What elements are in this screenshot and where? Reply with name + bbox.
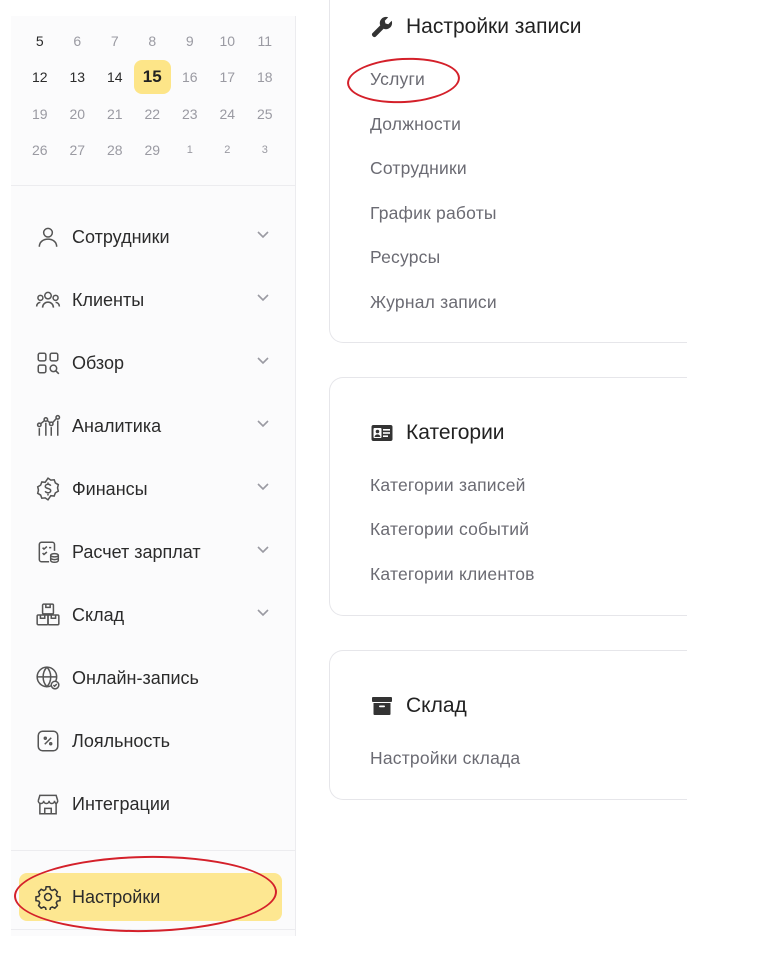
sidebar-item-loyalty[interactable]: Лояльность xyxy=(19,717,282,765)
sidebar-item-payroll[interactable]: Расчет зарплат xyxy=(19,528,282,576)
divider xyxy=(11,929,296,930)
booking-settings-title: Настройки записи xyxy=(406,15,582,38)
boxes-icon xyxy=(33,600,63,630)
link-resources[interactable]: Ресурсы xyxy=(370,247,440,268)
payroll-icon xyxy=(33,537,63,567)
sidebar-item-settings[interactable]: Настройки xyxy=(19,873,282,921)
calendar-day[interactable]: 10 xyxy=(209,24,247,58)
sidebar-item-label: Обзор xyxy=(72,352,124,373)
sidebar-item-overview[interactable]: Обзор xyxy=(19,339,282,387)
users-icon xyxy=(33,285,63,315)
user-icon xyxy=(33,222,63,252)
sidebar-item-employees[interactable]: Сотрудники xyxy=(19,213,282,261)
calendar-day[interactable]: 5 xyxy=(21,24,59,58)
link-work-schedule[interactable]: График работы xyxy=(370,203,497,224)
gear-icon xyxy=(33,882,63,912)
chevron-down-icon[interactable] xyxy=(256,353,276,373)
link-booking-log[interactable]: Журнал записи xyxy=(370,292,497,313)
sidebar: 5 6 7 8 9 10 11 12 13 14 15 16 17 18 19 20 21 22 23 24 25 26 2… xyxy=(11,16,296,936)
calendar-day[interactable]: 22 xyxy=(134,97,172,131)
sidebar-item-online-booking[interactable]: Онлайн-запись xyxy=(19,654,282,702)
sidebar-item-label: Склад xyxy=(72,604,125,625)
categories-card: Категории Категории записей Категории со… xyxy=(329,377,687,616)
chevron-down-icon[interactable] xyxy=(256,227,276,247)
chevron-down-icon[interactable] xyxy=(256,416,276,436)
calendar-day[interactable]: 27 xyxy=(59,133,97,167)
calendar-day[interactable]: 16 xyxy=(171,60,209,94)
globe-icon xyxy=(33,663,63,693)
calendar-day[interactable]: 8 xyxy=(134,24,172,58)
calendar-day[interactable]: 12 xyxy=(21,60,59,94)
sidebar-item-label: Настройки xyxy=(72,886,161,907)
calendar-day[interactable]: 24 xyxy=(209,97,247,131)
sidebar-item-label: Онлайн-запись xyxy=(72,667,199,688)
calendar-week-row: 26 27 28 29 1 2 3 xyxy=(21,133,284,167)
calendar-day[interactable]: 13 xyxy=(59,60,97,94)
calendar-day[interactable]: 17 xyxy=(209,60,247,94)
calendar-week-row: 12 13 14 15 16 17 18 xyxy=(21,60,284,94)
card-title: Категории xyxy=(370,421,505,445)
calendar-week-row: 5 6 7 8 9 10 11 xyxy=(21,24,284,58)
calendar-day[interactable]: 18 xyxy=(246,60,284,94)
sidebar-item-finance[interactable]: Финансы xyxy=(19,465,282,513)
sidebar-item-label: Лояльность xyxy=(72,730,171,751)
calendar-day[interactable]: 2 xyxy=(209,133,247,167)
sidebar-item-warehouse[interactable]: Склад xyxy=(19,591,282,639)
sidebar-item-label: Клиенты xyxy=(72,289,145,310)
link-employees[interactable]: Сотрудники xyxy=(370,158,467,179)
calendar-day[interactable]: 28 xyxy=(96,133,134,167)
sidebar-item-integrations[interactable]: Интеграции xyxy=(19,780,282,828)
link-booking-categories[interactable]: Категории записей xyxy=(370,475,526,496)
chevron-down-icon[interactable] xyxy=(256,290,276,310)
calendar-day[interactable]: 19 xyxy=(21,97,59,131)
calendar-day[interactable]: 21 xyxy=(96,97,134,131)
link-client-categories[interactable]: Категории клиентов xyxy=(370,564,535,585)
calendar-day[interactable]: 14 xyxy=(96,60,134,94)
grid-search-icon xyxy=(33,348,63,378)
calendar-day[interactable]: 9 xyxy=(171,24,209,58)
sidebar-item-label: Расчет зарплат xyxy=(72,541,201,562)
calendar-day[interactable]: 7 xyxy=(96,24,134,58)
link-event-categories[interactable]: Категории событий xyxy=(370,519,529,540)
store-icon xyxy=(33,789,63,819)
chevron-down-icon[interactable] xyxy=(256,479,276,499)
dollar-badge-icon xyxy=(33,474,63,504)
sidebar-item-label: Аналитика xyxy=(72,415,162,436)
calendar-day[interactable]: 6 xyxy=(59,24,97,58)
booking-settings-card: Настройки записи Услуги Должности Сотруд… xyxy=(329,0,687,343)
sidebar-item-clients[interactable]: Клиенты xyxy=(19,276,282,324)
link-services[interactable]: Услуги xyxy=(370,69,425,90)
sidebar-item-label: Финансы xyxy=(72,478,148,499)
sidebar-item-label: Интеграции xyxy=(72,793,170,814)
calendar-day[interactable]: 1 xyxy=(171,133,209,167)
archive-box-icon xyxy=(372,697,392,715)
card-title: Настройки записи xyxy=(370,15,581,39)
categories-title: Категории xyxy=(406,421,505,444)
chevron-down-icon[interactable] xyxy=(256,542,276,562)
calendar-day[interactable]: 20 xyxy=(59,97,97,131)
calendar-day[interactable]: 26 xyxy=(21,133,59,167)
calendar-day[interactable]: 3 xyxy=(246,133,284,167)
discount-icon xyxy=(33,726,63,756)
id-card-icon xyxy=(371,425,393,441)
calendar-day[interactable]: 11 xyxy=(246,24,284,58)
calendar-week-row: 19 20 21 22 23 24 25 xyxy=(21,97,284,131)
calendar-day[interactable]: 23 xyxy=(171,97,209,131)
warehouse-card: Склад Настройки склада xyxy=(329,650,687,800)
link-warehouse-settings[interactable]: Настройки склада xyxy=(370,748,520,769)
mini-calendar: 5 6 7 8 9 10 11 12 13 14 15 16 17 18 19 20 21 22 23 24 25 26 2… xyxy=(11,16,296,186)
warehouse-title: Склад xyxy=(406,694,467,717)
sidebar-item-analytics[interactable]: Аналитика xyxy=(19,402,282,450)
calendar-day-today[interactable]: 15 xyxy=(133,60,171,94)
card-title: Склад xyxy=(370,694,467,718)
calendar-day[interactable]: 25 xyxy=(246,97,284,131)
link-positions[interactable]: Должности xyxy=(370,114,461,135)
wrench-icon xyxy=(371,16,393,38)
divider xyxy=(11,185,296,186)
sidebar-item-label: Сотрудники xyxy=(72,226,170,247)
divider xyxy=(11,850,296,851)
analytics-icon xyxy=(33,411,63,441)
chevron-down-icon[interactable] xyxy=(256,605,276,625)
calendar-day[interactable]: 29 xyxy=(134,133,172,167)
